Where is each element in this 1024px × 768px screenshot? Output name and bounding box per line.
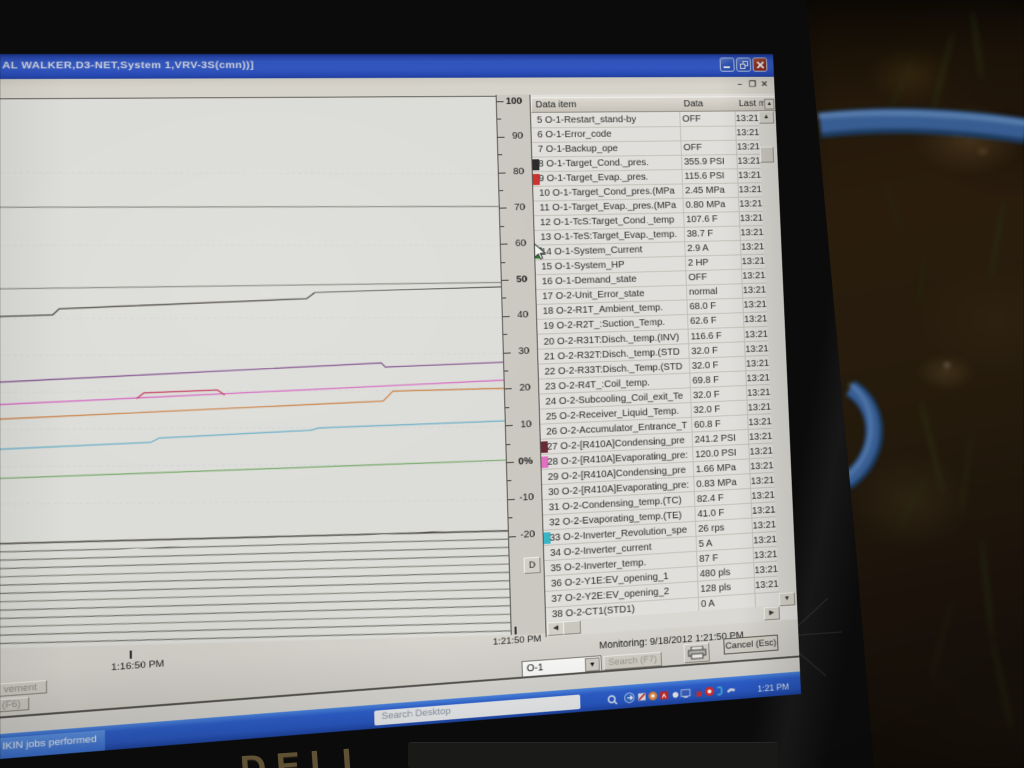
svg-text:A: A: [662, 693, 667, 700]
